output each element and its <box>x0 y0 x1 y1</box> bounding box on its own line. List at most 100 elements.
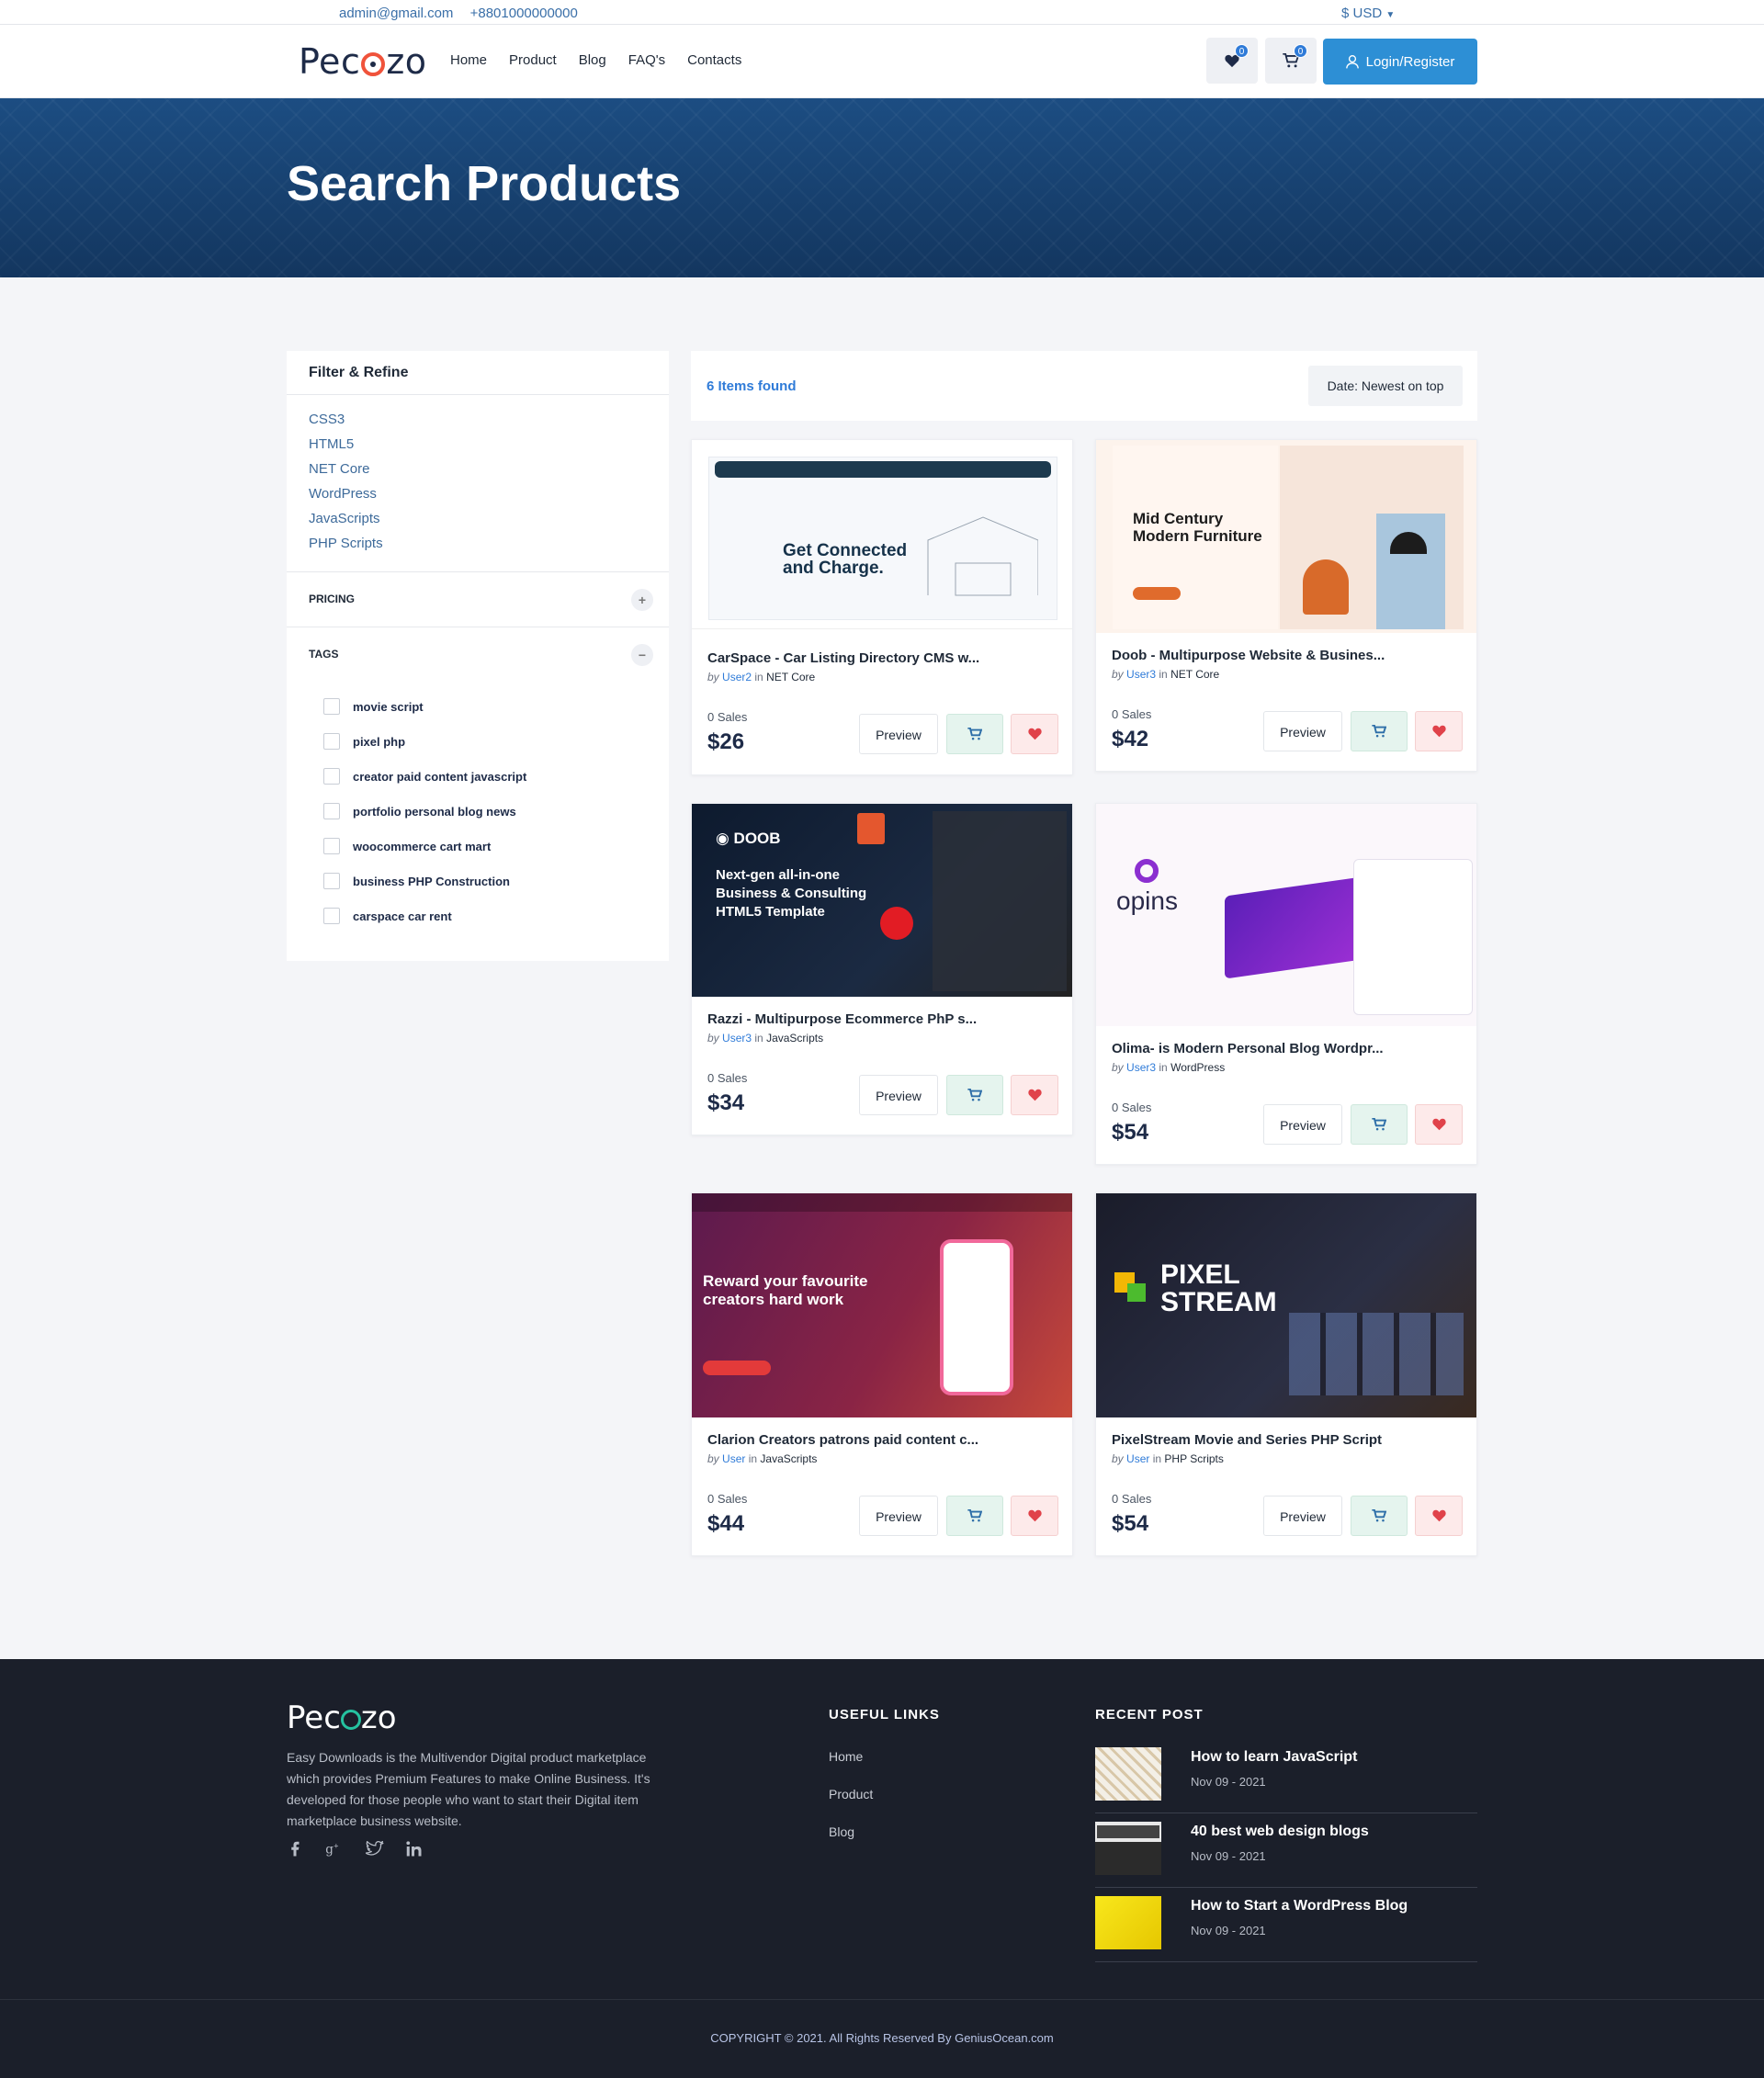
cart-button[interactable]: 0 <box>1265 38 1317 84</box>
post-thumbnail[interactable] <box>1095 1822 1161 1875</box>
author-link[interactable]: User <box>1126 1452 1149 1465</box>
product-thumbnail[interactable]: Mid Century Modern Furniture <box>1096 440 1476 633</box>
nav-faqs[interactable]: FAQ's <box>628 52 665 68</box>
category-link[interactable]: JavaScripts <box>760 1452 817 1465</box>
recent-post-item[interactable]: How to Start a WordPress Blog Nov 09 - 2… <box>1095 1889 1477 1962</box>
category-link[interactable]: NET Core <box>1170 668 1219 681</box>
add-to-wishlist-button[interactable] <box>1011 1075 1058 1115</box>
product-title[interactable]: Doob - Multipurpose Website & Busines... <box>1112 648 1385 663</box>
currency-select[interactable]: $ USD ▼ <box>1341 6 1395 21</box>
email-link[interactable]: admin@gmail.com <box>339 6 453 21</box>
add-to-cart-button[interactable] <box>946 714 1003 754</box>
product-title[interactable]: PixelStream Movie and Series PHP Script <box>1112 1432 1382 1448</box>
add-to-cart-button[interactable] <box>946 1496 1003 1536</box>
preview-button[interactable]: Preview <box>1263 1104 1342 1145</box>
tag-checkbox-item[interactable]: business PHP Construction <box>323 864 632 898</box>
tag-checkbox-item[interactable]: portfolio personal blog news <box>323 794 632 829</box>
product-card[interactable]: PIXEL STREAM PixelStream Movie and Serie… <box>1095 1192 1477 1556</box>
author-link[interactable]: User <box>722 1452 745 1465</box>
footer-logo[interactable]: Pec zo <box>287 1700 397 1736</box>
category-link[interactable]: CSS3 <box>309 412 647 427</box>
google-plus-icon[interactable]: g + <box>325 1841 344 1858</box>
recent-post-item[interactable]: How to learn JavaScript Nov 09 - 2021 <box>1095 1740 1477 1813</box>
post-title[interactable]: 40 best web design blogs <box>1191 1824 1369 1840</box>
tag-checkbox-item[interactable]: carspace car rent <box>323 898 632 933</box>
footer-link-home[interactable]: Home <box>829 1749 873 1764</box>
checkbox[interactable] <box>323 768 340 785</box>
author-link[interactable]: User3 <box>1126 1061 1156 1074</box>
preview-button[interactable]: Preview <box>1263 711 1342 751</box>
add-to-cart-button[interactable] <box>1351 1104 1408 1145</box>
product-thumbnail[interactable]: Get Connected and Charge. <box>692 440 1072 629</box>
tag-checkbox-item[interactable]: pixel php <box>323 724 632 759</box>
linkedin-icon[interactable] <box>406 1841 423 1858</box>
product-card[interactable]: Get Connected and Charge. CarSpace - Car… <box>691 439 1073 775</box>
nav-home[interactable]: Home <box>450 52 487 68</box>
author-link[interactable]: User3 <box>1126 668 1156 681</box>
tag-checkbox-item[interactable]: woocommerce cart mart <box>323 829 632 864</box>
author-link[interactable]: User3 <box>722 1032 752 1045</box>
add-to-cart-button[interactable] <box>1351 1496 1408 1536</box>
facebook-icon[interactable] <box>287 1841 303 1858</box>
post-title[interactable]: How to learn JavaScript <box>1191 1749 1357 1766</box>
preview-button[interactable]: Preview <box>859 1496 938 1536</box>
product-thumbnail[interactable]: opins <box>1096 804 1476 1026</box>
add-to-wishlist-button[interactable] <box>1011 1496 1058 1536</box>
preview-button[interactable]: Preview <box>859 714 938 754</box>
site-logo[interactable]: Pec zo <box>299 41 427 82</box>
category-link[interactable]: NET Core <box>309 461 647 477</box>
add-to-cart-button[interactable] <box>946 1075 1003 1115</box>
product-title[interactable]: Olima- is Modern Personal Blog Wordpr... <box>1112 1041 1384 1056</box>
category-link[interactable]: HTML5 <box>309 436 647 452</box>
tags-section-toggle[interactable]: TAGS − <box>287 627 669 682</box>
preview-button[interactable]: Preview <box>1263 1496 1342 1536</box>
product-card[interactable]: Mid Century Modern Furniture Doob - Mult… <box>1095 439 1477 772</box>
login-register-button[interactable]: Login/Register <box>1323 39 1477 85</box>
nav-contacts[interactable]: Contacts <box>687 52 741 68</box>
footer-link-blog[interactable]: Blog <box>829 1824 873 1839</box>
product-title[interactable]: Clarion Creators patrons paid content c.… <box>707 1432 978 1448</box>
tag-checkbox-item[interactable]: movie script <box>323 689 632 724</box>
phone-link[interactable]: +8801000000000 <box>470 6 578 21</box>
category-link[interactable]: JavaScripts <box>309 511 647 526</box>
product-title[interactable]: CarSpace - Car Listing Directory CMS w..… <box>707 650 979 666</box>
checkbox[interactable] <box>323 733 340 750</box>
tag-checkbox-item[interactable]: creator paid content javascript <box>323 759 632 794</box>
checkbox[interactable] <box>323 803 340 819</box>
nav-product[interactable]: Product <box>509 52 557 68</box>
checkbox[interactable] <box>323 908 340 924</box>
footer-link-product[interactable]: Product <box>829 1787 873 1801</box>
checkbox[interactable] <box>323 873 340 889</box>
author-link[interactable]: User2 <box>722 671 752 683</box>
checkbox[interactable] <box>323 698 340 715</box>
preview-button[interactable]: Preview <box>859 1075 938 1115</box>
post-thumbnail[interactable] <box>1095 1896 1161 1949</box>
category-link[interactable]: PHP Scripts <box>309 536 647 551</box>
category-link[interactable]: WordPress <box>1170 1061 1225 1074</box>
recent-post-item[interactable]: 40 best web design blogs Nov 09 - 2021 <box>1095 1814 1477 1888</box>
category-link[interactable]: NET Core <box>766 671 815 683</box>
add-to-wishlist-button[interactable] <box>1415 1496 1463 1536</box>
product-card[interactable]: Reward your favourite creators hard work… <box>691 1192 1073 1556</box>
product-title[interactable]: Razzi - Multipurpose Ecommerce PhP s... <box>707 1011 977 1027</box>
add-to-wishlist-button[interactable] <box>1415 1104 1463 1145</box>
sort-select[interactable]: Date: Newest on top <box>1308 366 1463 406</box>
category-link[interactable]: PHP Scripts <box>1164 1452 1223 1465</box>
product-thumbnail[interactable]: Reward your favourite creators hard work <box>692 1193 1072 1417</box>
wishlist-button[interactable]: 0 <box>1206 38 1258 84</box>
add-to-wishlist-button[interactable] <box>1011 714 1058 754</box>
pricing-section-toggle[interactable]: PRICING + <box>287 571 669 627</box>
product-thumbnail[interactable]: PIXEL STREAM <box>1096 1193 1476 1417</box>
add-to-cart-button[interactable] <box>1351 711 1408 751</box>
category-link[interactable]: WordPress <box>309 486 647 502</box>
checkbox[interactable] <box>323 838 340 854</box>
product-card[interactable]: opins Olima- is Modern Personal Blog Wor… <box>1095 803 1477 1165</box>
nav-blog[interactable]: Blog <box>579 52 606 68</box>
product-card[interactable]: ◉ DOOB Next-gen all-in-one Business & Co… <box>691 803 1073 1135</box>
category-link[interactable]: JavaScripts <box>766 1032 823 1045</box>
product-thumbnail[interactable]: ◉ DOOB Next-gen all-in-one Business & Co… <box>692 804 1072 997</box>
add-to-wishlist-button[interactable] <box>1415 711 1463 751</box>
post-title[interactable]: How to Start a WordPress Blog <box>1191 1898 1408 1914</box>
post-thumbnail[interactable] <box>1095 1747 1161 1801</box>
twitter-icon[interactable] <box>366 1841 384 1858</box>
